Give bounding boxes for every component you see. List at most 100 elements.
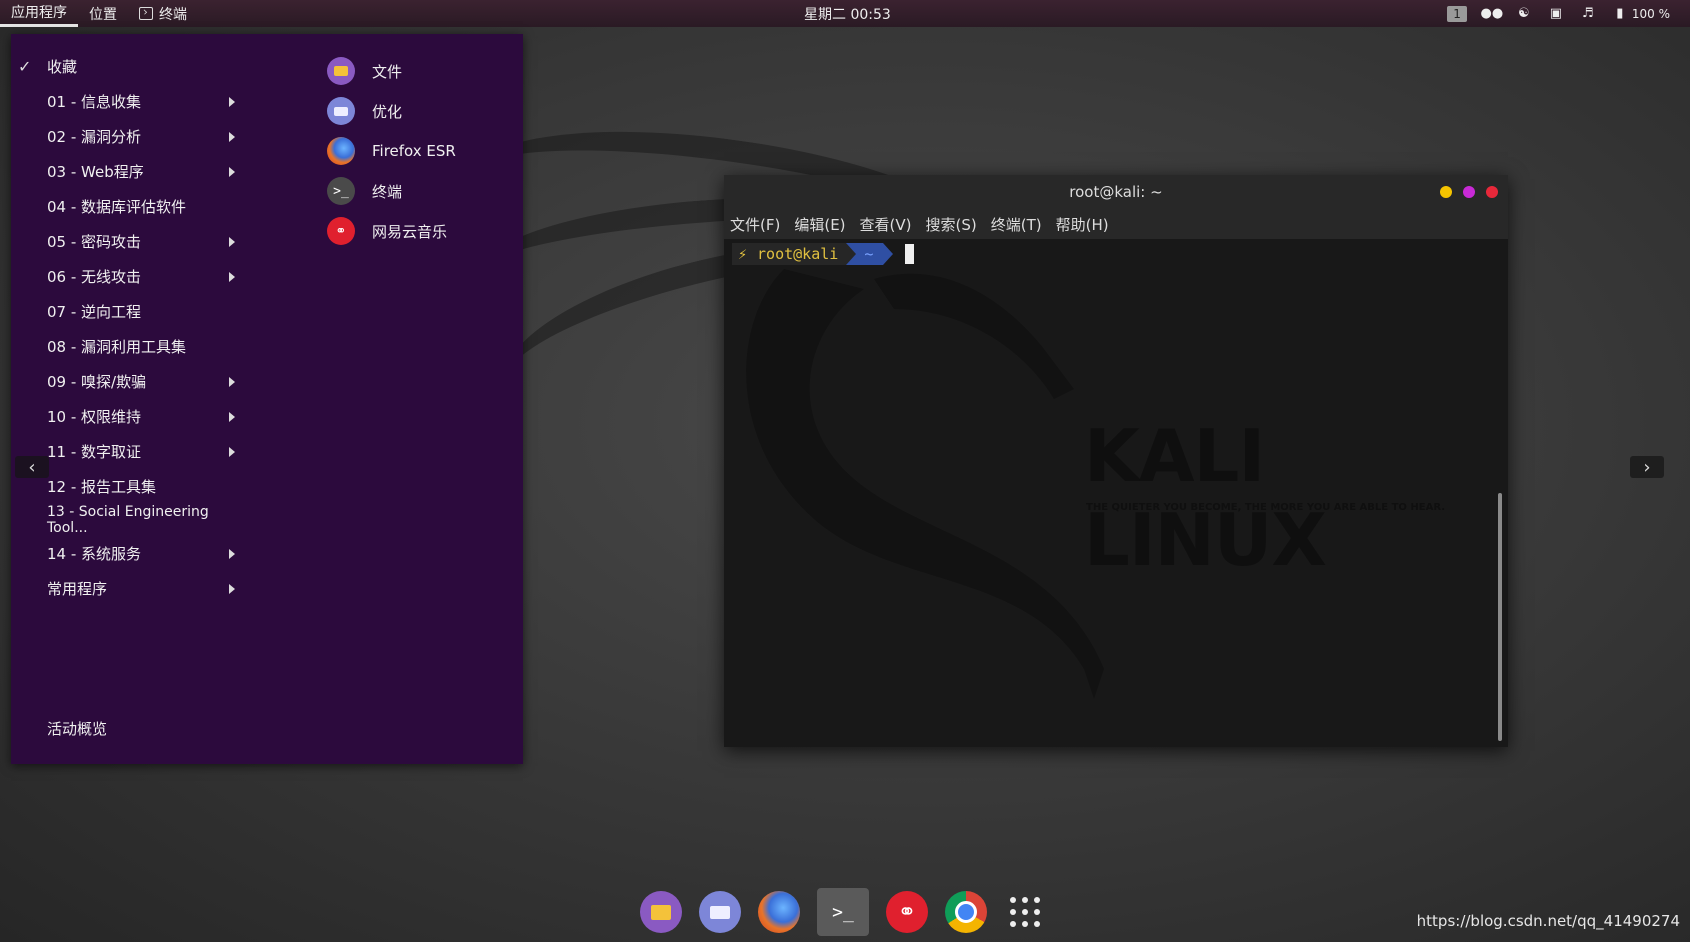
category-label: 09 - 嗅探/欺骗 (47, 373, 147, 391)
category-item[interactable]: 05 - 密码攻击 (11, 224, 241, 259)
category-item[interactable]: 07 - 逆向工程 (11, 294, 241, 329)
dock-tweaks-icon[interactable] (699, 891, 741, 933)
top-panel: 应用程序 位置 终端 星期二 00:53 1 ●● ☯ ▣ ♬ ▮ 100 % (0, 0, 1690, 27)
category-label: 11 - 数字取证 (47, 443, 142, 461)
terminal-window: root@kali: ~ 文件(F) 编辑(E) 查看(V) 搜索(S) 终端(… (724, 175, 1508, 747)
screen-icon[interactable]: ▣ (1549, 6, 1563, 21)
terminal-icon (139, 7, 153, 20)
dock-terminal-icon[interactable]: >_ (817, 888, 869, 936)
category-item[interactable]: 10 - 权限维持 (11, 399, 241, 434)
submenu-arrow-icon (229, 549, 235, 559)
battery-icon: ▮ (1616, 6, 1624, 21)
app-label: 终端 (372, 182, 403, 201)
category-item[interactable]: 04 - 数据库评估软件 (11, 189, 241, 224)
close-button[interactable] (1486, 186, 1498, 198)
submenu-arrow-icon (229, 272, 235, 282)
category-item[interactable]: 14 - 系统服务 (11, 536, 241, 571)
app-tweaks[interactable]: 优化 (327, 91, 456, 131)
lightning-icon: ⚡ (738, 245, 748, 263)
prompt-dir-segment: ~ (856, 243, 884, 265)
category-item[interactable]: 常用程序 (11, 571, 241, 606)
category-label: 05 - 密码攻击 (47, 233, 142, 251)
battery-percent: 100 % (1631, 6, 1670, 21)
people-icon[interactable]: ●● (1481, 6, 1504, 21)
category-label: 03 - Web程序 (47, 163, 144, 181)
favorite-apps-list: 文件 优化 Firefox ESR >_ 终端 ⚭ 网易云音乐 (327, 51, 456, 251)
submenu-arrow-icon (229, 412, 235, 422)
category-item[interactable]: 08 - 漏洞利用工具集 (11, 329, 241, 364)
text-cursor (905, 244, 915, 264)
category-label: 07 - 逆向工程 (47, 303, 142, 321)
workspace-prev-arrow-icon[interactable]: ‹ (15, 456, 49, 478)
prompt-separator (883, 243, 894, 265)
terminal-titlebar[interactable]: root@kali: ~ (724, 175, 1508, 209)
category-item[interactable]: 01 - 信息收集 (11, 84, 241, 119)
app-label: 网易云音乐 (372, 222, 448, 241)
category-label: 06 - 无线攻击 (47, 268, 142, 286)
app-terminal[interactable]: >_ 终端 (327, 171, 456, 211)
applications-label: 应用程序 (11, 5, 67, 21)
menu-search[interactable]: 搜索(S) (926, 214, 977, 235)
minimize-button[interactable] (1440, 186, 1452, 198)
category-label: 12 - 报告工具集 (47, 478, 157, 496)
submenu-arrow-icon (229, 97, 235, 107)
volume-icon[interactable]: ♬ (1581, 6, 1595, 21)
category-item[interactable]: 06 - 无线攻击 (11, 259, 241, 294)
category-label: 01 - 信息收集 (47, 93, 142, 111)
prompt-user-segment: ⚡ root@kali (732, 243, 847, 265)
category-label: 02 - 漏洞分析 (47, 128, 142, 146)
category-label: 14 - 系统服务 (47, 545, 142, 563)
terminal-menubar: 文件(F) 编辑(E) 查看(V) 搜索(S) 终端(T) 帮助(H) (724, 209, 1508, 239)
netease-music-icon: ⚭ (327, 217, 355, 245)
menu-terminal[interactable]: 终端(T) (991, 214, 1042, 235)
app-firefox[interactable]: Firefox ESR (327, 131, 456, 171)
dock-firefox-icon[interactable] (758, 891, 800, 933)
terminal-taskbar-button[interactable]: 终端 (128, 0, 198, 27)
battery-indicator[interactable]: ▮ 100 % (1613, 6, 1670, 21)
terminal-content[interactable]: ⚡ root@kali ~ KALI LINUX THE QUIETER YOU … (724, 239, 1508, 747)
applications-menu-button[interactable]: 应用程序 (0, 0, 78, 27)
menu-file[interactable]: 文件(F) (730, 214, 780, 235)
category-favorites[interactable]: ✓ 收藏 (11, 49, 241, 84)
activities-overview-button[interactable]: 活动概览 (47, 718, 107, 739)
category-item[interactable]: 13 - Social Engineering Tool... (11, 504, 241, 536)
category-item[interactable]: 03 - Web程序 (11, 154, 241, 189)
places-menu-button[interactable]: 位置 (78, 0, 128, 27)
clock[interactable]: 星期二 00:53 (804, 0, 891, 27)
window-title: root@kali: ~ (1069, 183, 1163, 201)
dock-chrome-icon[interactable] (945, 891, 987, 933)
kali-brand-watermark: KALI LINUX (1084, 414, 1327, 582)
system-tray: 1 ●● ☯ ▣ ♬ ▮ 100 % (1447, 0, 1670, 27)
kali-slogan-watermark: THE QUIETER YOU BECOME, THE MORE YOU ARE… (1086, 502, 1446, 513)
submenu-arrow-icon (229, 237, 235, 247)
category-label: 04 - 数据库评估软件 (47, 198, 187, 216)
window-controls (1440, 186, 1498, 198)
menu-edit[interactable]: 编辑(E) (794, 214, 845, 235)
show-applications-icon[interactable] (1004, 891, 1046, 933)
workspace-indicator[interactable]: 1 (1447, 5, 1467, 22)
workspace-next-arrow-icon[interactable]: › (1630, 456, 1664, 478)
prompt-dir: ~ (864, 245, 874, 263)
menu-view[interactable]: 查看(V) (860, 214, 912, 235)
app-netease-music[interactable]: ⚭ 网易云音乐 (327, 211, 456, 251)
dock-files-icon[interactable] (640, 891, 682, 933)
places-label: 位置 (89, 6, 117, 23)
prompt-separator (846, 243, 857, 265)
category-label: 10 - 权限维持 (47, 408, 142, 426)
terminal-scrollbar[interactable] (1498, 493, 1502, 741)
tweaks-icon (327, 97, 355, 125)
app-label: 优化 (372, 102, 403, 121)
submenu-arrow-icon (229, 132, 235, 142)
applications-menu: ✓ 收藏 01 - 信息收集 02 - 漏洞分析 03 - Web程序 04 -… (11, 34, 523, 764)
dock-netease-music-icon[interactable]: ⚭ (886, 891, 928, 933)
folder-icon (327, 57, 355, 85)
app-files[interactable]: 文件 (327, 51, 456, 91)
accessibility-icon[interactable]: ☯ (1517, 6, 1531, 21)
category-item[interactable]: 09 - 嗅探/欺骗 (11, 364, 241, 399)
category-item[interactable]: 02 - 漏洞分析 (11, 119, 241, 154)
category-label: 收藏 (47, 58, 78, 76)
maximize-button[interactable] (1463, 186, 1475, 198)
menu-help[interactable]: 帮助(H) (1056, 214, 1109, 235)
category-label: 13 - Social Engineering Tool... (47, 504, 209, 536)
terminal-taskbar-label: 终端 (159, 6, 187, 23)
